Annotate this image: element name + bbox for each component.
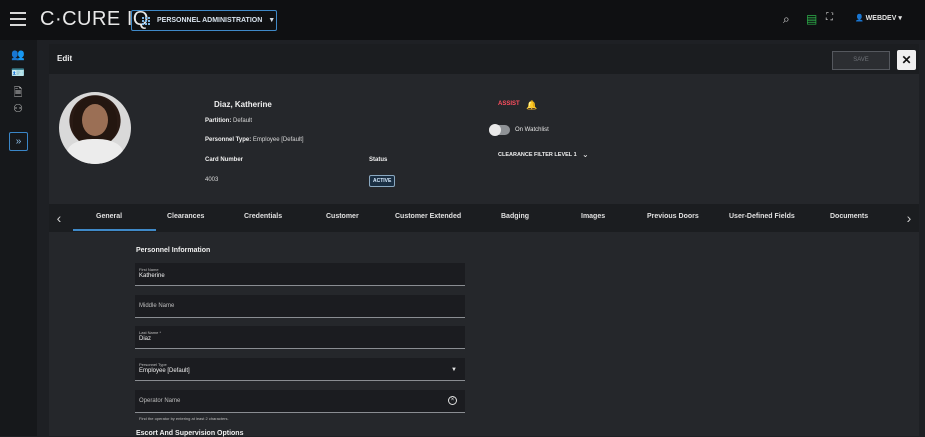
avatar-face (82, 104, 108, 136)
last-name-value: Diaz (139, 336, 152, 342)
tab-user-defined-fields[interactable]: User-Defined Fields (729, 213, 795, 220)
app-selector-label: PERSONNEL ADMINISTRATION (157, 17, 263, 24)
operator-hint-text: Find the operator by entering at least 2… (139, 416, 229, 421)
tab-general[interactable]: General (96, 213, 122, 220)
personnel-type-select-value: Employee [Default] (139, 368, 190, 374)
operator-name-field[interactable]: Operator Name × (135, 390, 465, 413)
status-badge: ACTIVE (369, 175, 396, 187)
top-bar: C·CURE IQ PERSONNEL ADMINISTRATION ▼ ⌕ ▤… (0, 0, 925, 40)
card-number-label: Card Number (205, 157, 243, 163)
personnel-type-line: Personnel Type: Employee [Default] (205, 137, 304, 143)
edit-panel: Edit SAVE ✕ Diaz, Katherine Partition: D… (49, 44, 919, 437)
left-navigation: 👥 🪪 🗎 ⚇ » (0, 40, 37, 436)
operator-name-placeholder: Operator Name (139, 398, 181, 404)
tab-clearances[interactable]: Clearances (167, 213, 204, 220)
card-number-label-text: Card Number (205, 157, 244, 163)
assist-label: ASSIST (498, 101, 520, 107)
personnel-type-label: Personnel Type: (205, 137, 252, 143)
last-name-field[interactable]: Last Name * Diaz (135, 326, 465, 349)
avatar (59, 92, 131, 164)
document-user-icon[interactable]: 🗎 (11, 84, 25, 99)
person-name: Diaz, Katherine (214, 100, 272, 109)
tab-previous-doors[interactable]: Previous Doors (647, 213, 699, 220)
tab-documents[interactable]: Documents (830, 213, 868, 220)
first-name-field[interactable]: First Name Katherine (135, 263, 465, 286)
card-number-value: 4003 (205, 177, 219, 183)
personnel-type-select-label: Personnel Type (139, 362, 167, 367)
expand-nav-button[interactable]: » (9, 132, 28, 151)
id-card-icon[interactable]: 🪪 (11, 66, 25, 80)
watchlist-label: On Watchlist (515, 127, 549, 133)
user-name: WEBDEV (865, 15, 897, 22)
menu-icon[interactable] (10, 12, 26, 26)
dropdown-arrow-icon[interactable]: ▼ (451, 367, 457, 373)
chevron-down-icon: ▼ (268, 17, 276, 24)
tab-credentials[interactable]: Credentials (244, 213, 282, 220)
app-selector-dropdown[interactable]: PERSONNEL ADMINISTRATION ▼ (131, 10, 277, 31)
watchlist-report-icon[interactable]: ▤ (806, 12, 817, 26)
middle-name-field[interactable]: Middle Name (135, 295, 465, 318)
tab-customer-extended[interactable]: Customer Extended (395, 213, 461, 220)
tab-scroll-left-button[interactable]: ‹ (49, 204, 69, 232)
personnel-type-value: Employee [Default] (252, 137, 304, 143)
search-icon[interactable]: ⌕ (783, 12, 790, 27)
chevron-down-icon: ▾ (898, 15, 902, 22)
bell-icon[interactable]: 🔔 (526, 100, 537, 110)
fullscreen-icon[interactable]: ⛶ (826, 12, 833, 23)
middle-name-placeholder: Middle Name (139, 303, 175, 309)
chevron-down-icon[interactable]: ⌄ (582, 150, 589, 159)
clearance-filter-dropdown[interactable]: CLEARANCE FILTER LEVEL 1 (498, 152, 577, 158)
first-name-value: Katherine (139, 273, 165, 279)
status-label: Status (369, 157, 388, 163)
personnel-type-select[interactable]: Personnel Type Employee [Default] ▼ (135, 358, 465, 381)
clear-icon[interactable]: × (448, 396, 457, 405)
tab-customer[interactable]: Customer (326, 213, 359, 220)
tab-scroll-right-button[interactable]: › (899, 204, 919, 232)
save-button[interactable]: SAVE (832, 51, 890, 70)
user-menu[interactable]: 👤 WEBDEV ▾ (855, 14, 902, 22)
watchlist-toggle[interactable] (489, 124, 510, 136)
edit-header: Edit SAVE ✕ (49, 44, 919, 74)
user-icon: 👤 (855, 15, 864, 22)
tab-bar: ‹ General Clearances Credentials Custome… (49, 204, 919, 232)
close-button[interactable]: ✕ (897, 50, 916, 70)
personnel-icon[interactable]: 👥 (11, 48, 25, 62)
active-tab-indicator (73, 229, 156, 231)
partition-line: Partition: Default (205, 118, 252, 124)
first-name-label: First Name (139, 267, 159, 272)
last-name-label: Last Name * (139, 330, 162, 335)
partition-value: Default (233, 118, 253, 124)
section-title-personnel-information: Personnel Information (136, 247, 211, 254)
page-title: Edit (57, 54, 73, 63)
avatar-body (67, 139, 123, 164)
tab-badging[interactable]: Badging (501, 213, 529, 220)
group-icon[interactable]: ⚇ (11, 102, 25, 116)
partition-label: Partition: (205, 118, 232, 124)
tab-images[interactable]: Images (581, 213, 605, 220)
grid-icon (142, 16, 151, 25)
